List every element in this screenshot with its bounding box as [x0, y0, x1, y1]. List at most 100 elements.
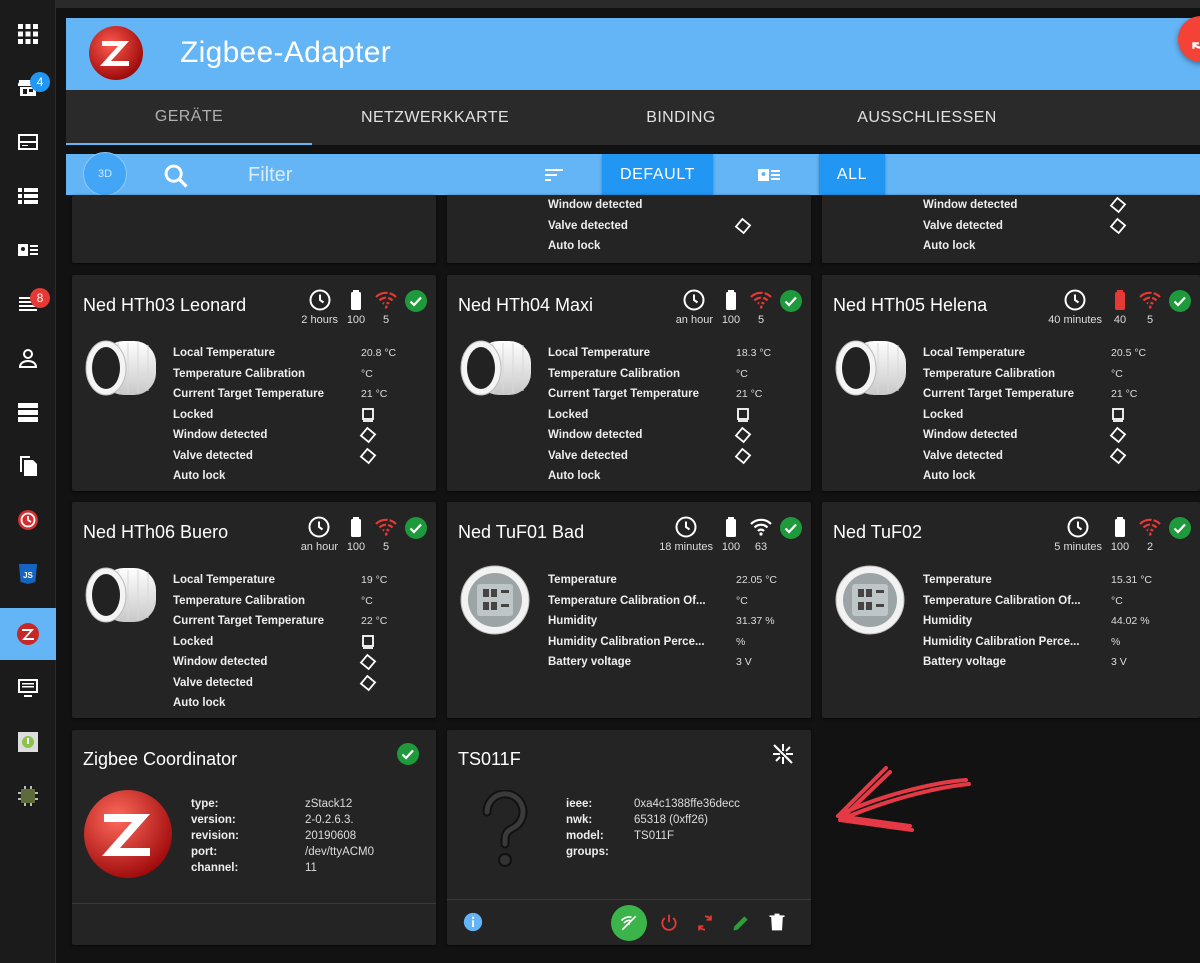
checkbox-diamond-icon[interactable]	[359, 674, 377, 692]
tab-devices[interactable]: GERÄTE	[66, 90, 312, 145]
checkbox-diamond-icon[interactable]	[734, 447, 752, 465]
sidebar-item-apps[interactable]	[0, 8, 56, 60]
checkbox-square-icon[interactable]	[359, 633, 377, 651]
checkbox-diamond-icon[interactable]	[1109, 426, 1127, 444]
link-quality: 5	[374, 288, 398, 326]
device-status: 5 minutes 100 2	[1048, 515, 1192, 553]
prop-label: Window detected	[173, 656, 268, 669]
checkbox-square-icon[interactable]	[359, 406, 377, 424]
search-icon[interactable]	[162, 162, 190, 190]
power-icon[interactable]	[659, 913, 679, 933]
device-card[interactable]: Ned TuF02 5 minutes 100 2 Temperature 15.31 °…	[822, 502, 1200, 718]
checkbox-diamond-icon[interactable]	[734, 217, 752, 235]
tab-binding[interactable]: BINDING	[558, 90, 804, 145]
battery: 100	[344, 288, 368, 326]
sidebar-item-log[interactable]: 8	[0, 278, 56, 330]
device-properties: Local Temperature 20.8 °C Temperature Cali…	[173, 343, 428, 487]
info-icon[interactable]	[463, 912, 483, 932]
prop-label: Temperature Calibration	[923, 367, 1056, 380]
files-icon	[20, 456, 37, 476]
device-card[interactable]: Ned HTh06 Buero an hour 100 5 Local Temperat…	[72, 502, 436, 718]
sidebar-item-files[interactable]	[0, 440, 56, 492]
prop-label: Window detected	[173, 429, 268, 442]
prop-label: Temperature Calibration	[173, 594, 306, 607]
reconfigure-icon[interactable]	[695, 913, 715, 933]
prop-label: Local Temperature	[173, 347, 276, 360]
checkbox-square-icon[interactable]	[734, 406, 752, 424]
prop-label: Humidity Calibration Perce...	[923, 635, 1080, 648]
checkbox-square-icon[interactable]	[1109, 406, 1127, 424]
sort-icon[interactable]	[542, 163, 566, 187]
prop-row: Auto lock	[923, 240, 976, 253]
sidebar-item-list[interactable]	[0, 170, 56, 222]
checkbox-diamond-icon[interactable]	[1109, 447, 1127, 465]
device-status: 2 hours 100 5	[295, 288, 428, 326]
prop-label: Temperature	[923, 574, 992, 587]
battery-icon	[726, 290, 736, 310]
checkbox-diamond-icon[interactable]	[359, 426, 377, 444]
online-check-icon	[1169, 290, 1191, 312]
device-card[interactable]: Ned HTh04 Maxi an hour 100 5 Local Temperatu…	[447, 275, 811, 491]
device-image	[459, 337, 535, 406]
prop-label: Temperature Calibration Of...	[548, 594, 706, 607]
refresh-fab-button[interactable]	[1178, 16, 1200, 62]
sidebar-item-zigbee[interactable]	[0, 608, 56, 660]
tab-exclude[interactable]: AUSSCHLIESSEN	[804, 90, 1050, 145]
prop-row: Locked	[923, 405, 1192, 426]
display-icon	[18, 679, 38, 697]
prop-row: Temperature Calibration °C	[173, 591, 428, 612]
edit-icon[interactable]	[731, 913, 751, 933]
all-filter-button[interactable]: ALL	[819, 154, 885, 195]
pair-button[interactable]	[611, 905, 647, 941]
card-footer	[72, 903, 436, 945]
sidebar-item-display[interactable]	[0, 662, 56, 714]
checkbox-diamond-icon[interactable]	[359, 447, 377, 465]
sidebar-item-javascript[interactable]: JS	[0, 548, 56, 600]
coordinator-info: type: zStack12 version: 2-0.2.6.3. revisio…	[191, 798, 375, 874]
last-seen-clock-icon	[683, 289, 705, 311]
prop-value: 22.05 °C	[736, 574, 777, 587]
device-card[interactable]: Ned HTh05 Helena 40 minutes 40 5 Local Tempe…	[822, 275, 1200, 491]
checkbox-diamond-icon[interactable]	[734, 426, 752, 444]
refresh-icon	[1192, 42, 1200, 49]
checkbox-diamond-icon[interactable]	[359, 653, 377, 671]
battery-value: 100	[346, 541, 366, 553]
sidebar-item-cards[interactable]	[0, 224, 56, 276]
tab-network-map[interactable]: NETZWERKKARTE	[312, 90, 558, 145]
last-seen: an hour	[301, 515, 338, 553]
device-card[interactable]: Ned TuF01 Bad 18 minutes 100 63 Temperature 2…	[447, 502, 811, 718]
device-status: an hour 100 5	[295, 515, 428, 553]
sidebar-item-objects[interactable]	[0, 116, 56, 168]
last-seen-clock-icon	[1064, 289, 1086, 311]
checkbox-diamond-icon[interactable]	[1109, 217, 1127, 235]
log-badge: 8	[30, 288, 50, 308]
sidebar-item-users[interactable]	[0, 332, 56, 384]
delete-icon[interactable]	[767, 912, 787, 932]
weak-signal-icon	[1139, 291, 1161, 311]
device-card[interactable]: Ned HTh03 Leonard 2 hours 100 5 Local Temper…	[72, 275, 436, 491]
ts011f-card[interactable]: TS011F ieee: 0xa4c1388ffe36decc nwk: 65318…	[447, 730, 811, 945]
prop-row: Temperature Calibration °C	[923, 364, 1192, 385]
store-badge: 4	[30, 72, 50, 92]
prop-value: 3 V	[1111, 656, 1127, 669]
card-view-icon[interactable]	[756, 163, 782, 187]
sidebar-item-backup[interactable]	[0, 494, 56, 546]
prop-row: Locked	[173, 632, 428, 653]
last-seen-value: 40 minutes	[1048, 314, 1102, 326]
sidebar-item-info[interactable]	[0, 716, 56, 768]
toggle-3d-button[interactable]: 3D	[83, 152, 127, 196]
sidebar-item-store[interactable]: 4	[0, 62, 56, 114]
checkbox-diamond-icon[interactable]	[1109, 196, 1127, 214]
prop-label: Window detected	[923, 429, 1018, 442]
default-sort-button[interactable]: DEFAULT	[602, 154, 713, 195]
sidebar-item-hosts[interactable]	[0, 386, 56, 438]
sidebar-item-chip[interactable]	[0, 770, 56, 822]
link-quality: 5	[749, 288, 773, 326]
coordinator-card[interactable]: Zigbee Coordinator type: zStack12 version…	[72, 730, 436, 945]
prop-value: 44.02 %	[1111, 615, 1150, 628]
device-name: Ned HTh03 Leonard	[83, 295, 247, 315]
battery-value: 100	[721, 541, 741, 553]
last-seen-clock-icon	[309, 289, 331, 311]
filter-input[interactable]	[248, 160, 528, 190]
prop-value: 21 °C	[361, 388, 388, 401]
